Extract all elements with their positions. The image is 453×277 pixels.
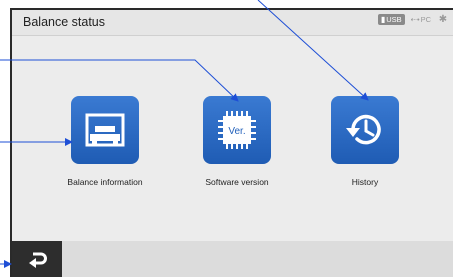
bluetooth-icon: ✱ <box>438 14 448 25</box>
status-icons: ▮ USB ⇠• PC ✱ <box>377 14 449 25</box>
page-title: Balance status <box>23 15 105 29</box>
usb-icon: ▮ <box>380 14 386 24</box>
balance-status-screen: Balance status ▮ USB ⇠• PC ✱ Balance inf… <box>11 9 453 277</box>
chip-version-icon: Ver. <box>218 111 256 149</box>
pc-status-badge: ⇠• PC <box>411 15 431 24</box>
footer-bar <box>11 241 453 277</box>
chip-version-text: Ver. <box>228 126 245 137</box>
history-label: History <box>351 177 379 187</box>
balance-information-button[interactable] <box>71 96 139 164</box>
pc-connection-icon: ⇠• <box>410 15 420 24</box>
balance-information-label: Balance information <box>67 177 143 187</box>
software-version-label: Software version <box>205 177 269 187</box>
balance-icon <box>85 113 125 147</box>
usb-status-badge: ▮ USB <box>377 14 405 25</box>
history-button[interactable] <box>331 96 399 164</box>
software-version-button[interactable]: Ver. <box>203 96 271 164</box>
pc-label: PC <box>420 15 431 24</box>
return-arrow-icon <box>28 252 47 268</box>
header-bar: Balance status ▮ USB ⇠• PC ✱ <box>11 9 453 36</box>
history-icon <box>346 114 381 145</box>
back-button[interactable] <box>11 241 62 277</box>
usb-label: USB <box>386 15 402 24</box>
